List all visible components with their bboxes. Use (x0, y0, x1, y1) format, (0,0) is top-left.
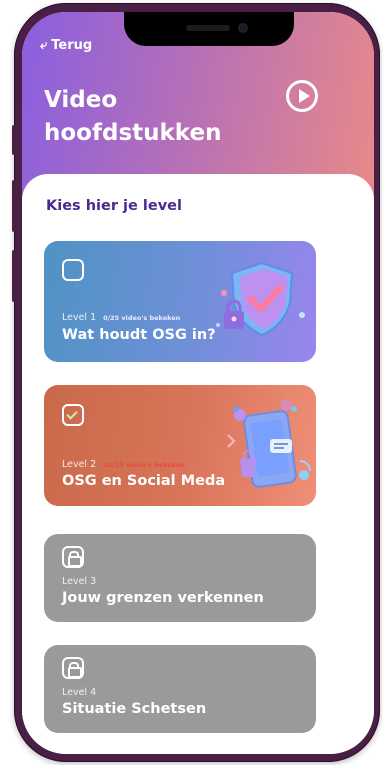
level-name: OSG en Social Meda (62, 473, 226, 489)
level-card-1[interactable]: Level 1 0/25 video's bekeken Wat houdt O… (44, 241, 316, 362)
back-button[interactable]: ⤶ Terug (40, 38, 92, 53)
level-card-3[interactable]: Level 3 Jouw grenzen verkennen (44, 534, 316, 622)
videos-watched-count: 0/25 video's bekeken (103, 314, 181, 322)
phone-notch (124, 12, 294, 46)
speaker (186, 25, 230, 31)
level-number: Level 1 (62, 312, 97, 323)
checked-box-icon (62, 404, 84, 426)
level-name: Wat houdt OSG in? (62, 327, 216, 343)
level-number: Level 2 (62, 459, 97, 470)
shield-lock-illustration (216, 261, 305, 337)
lock-icon (62, 657, 84, 679)
lock-icon (62, 546, 84, 568)
page-title-line1: Video (44, 87, 118, 113)
back-label: Terug (51, 38, 93, 53)
section-subtitle: Kies hier je level (46, 198, 182, 214)
checkmark-icon (66, 408, 78, 420)
level-number: Level 3 (62, 576, 97, 587)
videos-watched-count: 10/15 video's bekeken (103, 461, 185, 469)
level-name: Situatie Schetsen (62, 701, 207, 717)
unchecked-box-icon (62, 259, 84, 281)
phone-volume-down (12, 250, 17, 302)
front-camera (238, 23, 248, 33)
play-icon[interactable] (286, 80, 318, 112)
level-meta: Level 2 10/15 video's bekeken (62, 459, 185, 470)
app-screen: ⤶ Terug Video hoofdstukken Kies hier je … (22, 12, 374, 754)
page-title: Video hoofdstukken (44, 84, 244, 150)
level-meta: Level 1 0/25 video's bekeken (62, 312, 180, 323)
back-arrow-icon: ⤶ (40, 38, 48, 53)
level-card-2[interactable]: Level 2 10/15 video's bekeken OSG en Soc… (44, 385, 316, 506)
level-meta: Level 3 (62, 576, 96, 587)
level-number: Level 4 (62, 687, 97, 698)
phone-social-illustration (227, 399, 311, 488)
phone-volume-up (12, 180, 17, 232)
level-meta: Level 4 (62, 687, 96, 698)
level-card-4[interactable]: Level 4 Situatie Schetsen (44, 645, 316, 733)
level-name: Jouw grenzen verkennen (62, 590, 264, 606)
page-title-line2: hoofdstukken (44, 120, 222, 146)
phone-side-button (12, 125, 17, 155)
